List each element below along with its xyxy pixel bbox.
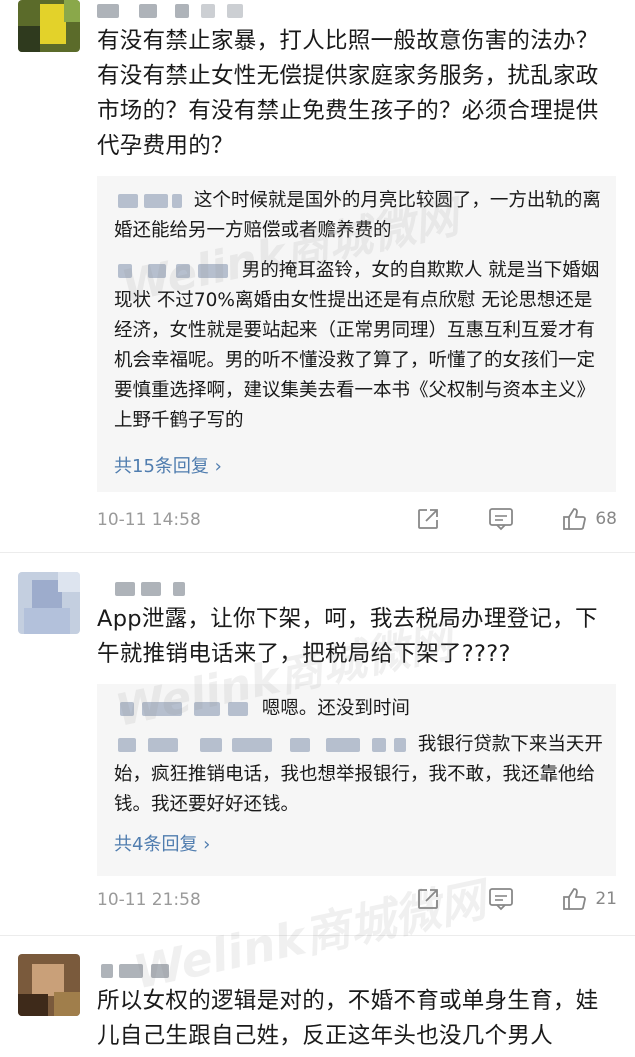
more-replies-link[interactable]: 共4条回复 › (114, 830, 210, 856)
reply-item[interactable]: 嗯嗯。还没到时间 (114, 694, 604, 724)
divider (0, 552, 635, 553)
comment-actions: 68 (415, 506, 617, 532)
reply-username[interactable] (114, 702, 254, 716)
comment-text: App泄露，让你下架，呵，我去税局办理登记，下午就推销电话来了，把税局给下架了?… (97, 606, 598, 667)
reply-username[interactable] (114, 738, 410, 752)
avatar[interactable] (18, 572, 80, 634)
more-replies-link[interactable]: 共15条回复 › (114, 452, 222, 478)
divider (0, 935, 635, 936)
username[interactable] (97, 582, 197, 596)
comment-actions: 21 (415, 886, 617, 912)
watermark: Welink商城微网 (128, 872, 491, 1000)
like-count: 21 (595, 889, 617, 909)
reply-username[interactable] (114, 194, 186, 208)
comment-time: 10-11 14:58 (97, 510, 201, 530)
reply-item[interactable]: 我银行贷款下来当天开始，疯狂推销电话，我也想举报银行，我不敢，我还靠他给钱。我还… (114, 730, 604, 820)
comment-text: 有没有禁止家暴，打人比照一般故意伤害的法办？有没有禁止女性无偿提供家庭家务服务，… (97, 28, 599, 159)
like-button[interactable]: 21 (561, 886, 617, 912)
share-button[interactable] (415, 506, 441, 532)
like-button[interactable]: 68 (561, 506, 617, 532)
username[interactable] (97, 4, 247, 18)
share-icon (418, 509, 439, 529)
username[interactable] (97, 964, 177, 978)
comment-icon (489, 508, 514, 531)
reply-item[interactable]: 男的掩耳盗铃，女的自欺欺人 就是当下婚姻现状 不过70%离婚由女性提出还是有点欣… (114, 256, 604, 436)
thumbs-up-icon (563, 508, 587, 530)
comment-text: 所以女权的逻辑是对的，不婚不育或单身生育，娃儿自己生跟自己姓，反正这年头也没几个… (97, 988, 599, 1049)
comment-icon (489, 888, 514, 911)
thumbs-up-icon (563, 888, 587, 910)
reply-box[interactable]: 嗯嗯。还没到时间 我银行贷款下来当天开始，疯狂推销电话，我也想举报银行，我不敢，… (97, 684, 616, 876)
like-count: 68 (595, 509, 617, 529)
comment-time: 10-11 21:58 (97, 890, 201, 910)
comment-button[interactable] (487, 886, 515, 912)
avatar[interactable] (18, 0, 80, 52)
avatar[interactable] (18, 954, 80, 1016)
share-icon (418, 889, 439, 909)
share-button[interactable] (415, 886, 441, 912)
reply-item[interactable]: 这个时候就是国外的月亮比较圆了，一方出轨的离婚还能给另一方赔偿或者赡养费的 (114, 186, 604, 246)
reply-box[interactable]: 这个时候就是国外的月亮比较圆了，一方出轨的离婚还能给另一方赔偿或者赡养费的 男的… (97, 176, 616, 492)
comment-button[interactable] (487, 506, 515, 532)
reply-username[interactable] (114, 264, 234, 278)
